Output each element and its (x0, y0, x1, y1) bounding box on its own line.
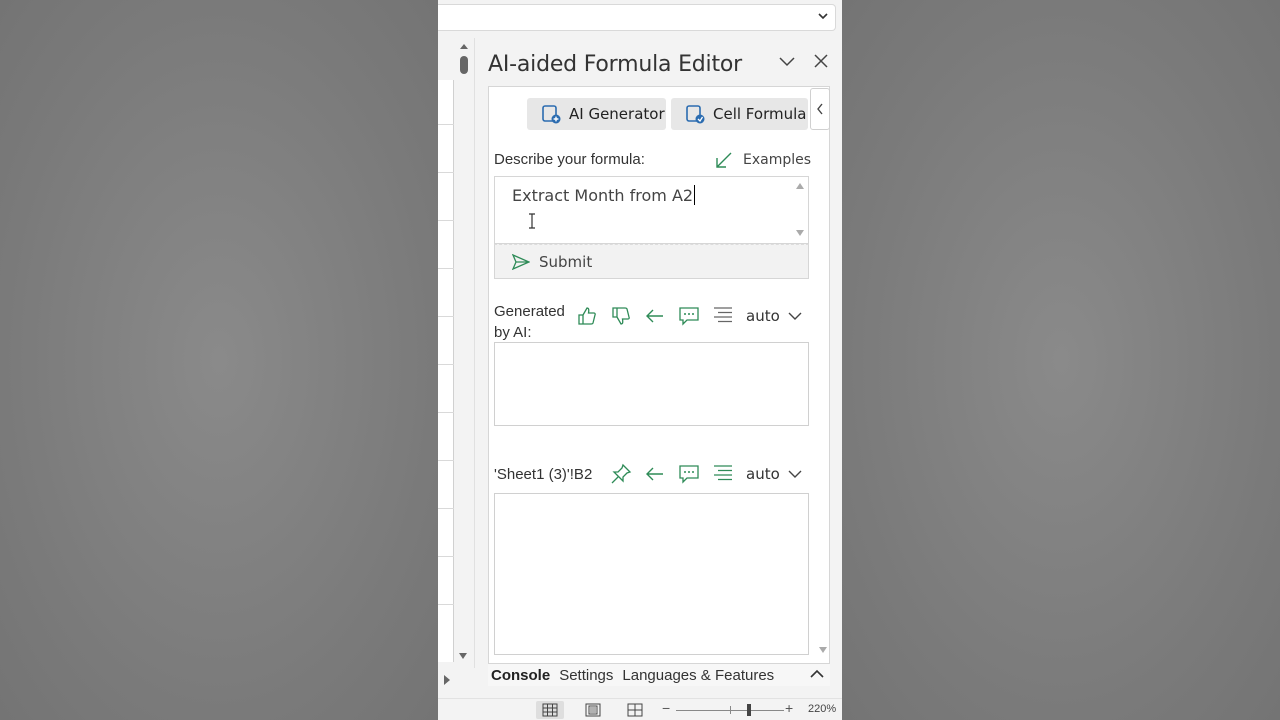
generated-output[interactable] (494, 342, 809, 426)
chevron-up-icon[interactable] (810, 668, 824, 680)
thumbs-down-icon[interactable] (610, 305, 632, 327)
cell-formula-label: Cell Formula (713, 105, 807, 123)
zoom-out-button[interactable]: − (662, 700, 670, 716)
page-layout-button[interactable] (579, 701, 607, 719)
page-break-icon (627, 703, 643, 717)
arrow-down-left-icon (716, 152, 732, 168)
chevron-down-icon[interactable] (817, 10, 829, 22)
text-cursor-icon (529, 213, 535, 229)
pin-icon[interactable] (610, 463, 632, 485)
collapse-panel-button[interactable] (810, 88, 830, 130)
scroll-right-icon[interactable] (442, 674, 452, 686)
close-icon[interactable] (812, 52, 830, 70)
tab-console[interactable]: Console (491, 667, 550, 684)
formula-bar[interactable] (438, 4, 836, 31)
zoom-slider-midmark (730, 706, 731, 714)
worksheet-grid[interactable] (438, 80, 454, 662)
zoom-level[interactable]: 220% (808, 703, 836, 715)
examples-label: Examples (743, 152, 812, 168)
ai-generator-label: AI Generator (569, 105, 665, 123)
scrollbar-thumb[interactable] (460, 56, 468, 74)
cell-mode-select[interactable]: auto (746, 465, 802, 483)
examples-link[interactable]: Examples (715, 151, 811, 169)
generated-toolbar: auto (576, 305, 802, 327)
scroll-down-icon[interactable] (458, 652, 468, 660)
text-caret (694, 185, 696, 205)
zoom-in-button[interactable]: + (785, 700, 793, 716)
zoom-slider-thumb[interactable] (747, 704, 751, 716)
chevron-down-icon (788, 470, 802, 478)
page-break-button[interactable] (621, 701, 649, 719)
arrow-left-icon[interactable] (644, 305, 666, 327)
ai-generator-button[interactable]: AI Generator (527, 98, 666, 130)
submit-button[interactable]: Submit (494, 244, 809, 279)
describe-label: Describe your formula: (494, 151, 645, 168)
formula-description-value: Extract Month from A2 (512, 186, 694, 205)
scroll-up-icon[interactable] (459, 42, 469, 52)
task-pane: AI-aided Formula Editor AI Generator Cel… (476, 38, 842, 688)
align-lines-icon[interactable] (712, 305, 734, 327)
cell-formula-button[interactable]: Cell Formula (671, 98, 808, 130)
status-bar: − + 220% (438, 698, 842, 720)
ai-generator-icon (542, 105, 561, 124)
chevron-down-icon (788, 312, 802, 320)
grid-icon (542, 703, 558, 717)
comment-icon[interactable] (678, 463, 700, 485)
cell-formula-icon (686, 105, 705, 124)
background-left (0, 0, 438, 720)
tab-settings[interactable]: Settings (559, 667, 613, 684)
pane-title: AI-aided Formula Editor (488, 52, 742, 77)
normal-view-button[interactable] (536, 701, 564, 719)
formula-description-input[interactable]: Extract Month from A2 (494, 176, 809, 244)
scroll-up-icon[interactable] (796, 183, 804, 189)
excel-window: AI-aided Formula Editor AI Generator Cel… (438, 0, 842, 720)
comment-icon[interactable] (678, 305, 700, 327)
submit-label: Submit (539, 252, 593, 271)
chevron-down-icon[interactable] (778, 52, 796, 70)
background-right (842, 0, 1280, 720)
generated-mode-select[interactable]: auto (746, 307, 802, 325)
generated-label: Generated by AI: (494, 303, 565, 341)
chevron-left-icon (817, 103, 823, 115)
generated-mode-value: auto (746, 307, 780, 325)
pane-divider[interactable] (474, 38, 475, 668)
send-icon (512, 253, 530, 270)
cell-formula-output[interactable] (494, 493, 809, 655)
cell-mode-value: auto (746, 465, 780, 483)
page-layout-icon (585, 703, 601, 717)
scroll-down-icon[interactable] (796, 230, 804, 236)
thumbs-up-icon[interactable] (576, 305, 598, 327)
scroll-down-icon[interactable] (819, 647, 827, 653)
bottom-tab-bar: Console Settings Languages & Features (488, 664, 830, 686)
arrow-left-icon[interactable] (644, 463, 666, 485)
cell-toolbar: auto (610, 463, 802, 485)
editor-content: AI Generator Cell Formula Describe your … (488, 86, 830, 664)
cell-reference: 'Sheet1 (3)'!B2 (494, 466, 593, 483)
tab-languages-features[interactable]: Languages & Features (622, 667, 774, 684)
align-lines-icon[interactable] (712, 463, 734, 485)
vertical-scrollbar[interactable] (456, 38, 472, 666)
